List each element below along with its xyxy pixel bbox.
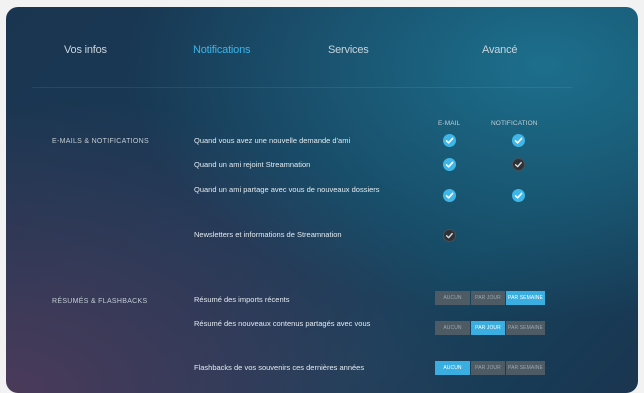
tab-bar: Vos infos Notifications Services Avancé: [6, 7, 638, 88]
checkmark-icon: [514, 161, 522, 168]
option-par-semaine[interactable]: PAR SEMAINE: [506, 291, 545, 305]
summary-row-label: Résumé des nouveaux contenus partagés av…: [194, 319, 371, 328]
tab-divider: [32, 87, 572, 88]
option-par-semaine[interactable]: PAR SEMAINE: [506, 321, 545, 335]
tab-notifications[interactable]: Notifications: [193, 44, 251, 56]
checkmark-icon: [445, 192, 454, 199]
checkmark-icon: [445, 137, 454, 144]
option-par-jour[interactable]: PAR JOUR: [471, 361, 505, 375]
summary-row-label: Flashbacks de vos souvenirs ces dernière…: [194, 363, 365, 372]
checkmark-icon: [514, 192, 523, 199]
option-aucun[interactable]: AUCUN: [435, 291, 470, 305]
option-par-jour[interactable]: PAR JOUR: [471, 291, 505, 305]
checkmark-icon: [445, 232, 453, 239]
frequency-selector[interactable]: AUCUN PAR JOUR PAR SEMAINE: [435, 361, 545, 375]
column-header-email: E-MAIL: [438, 120, 461, 127]
email-row-label: Quand vous avez une nouvelle demande d'a…: [194, 136, 351, 145]
option-aucun[interactable]: AUCUN: [435, 361, 470, 375]
notification-checkbox[interactable]: [512, 158, 525, 171]
email-checkbox[interactable]: [443, 158, 456, 171]
section-title-emails: E-MAILS & NOTIFICATIONS: [52, 138, 150, 145]
checkmark-icon: [514, 137, 523, 144]
checkmark-icon: [445, 161, 454, 168]
email-checkbox[interactable]: [443, 229, 456, 242]
summary-row-label: Résumé des imports récents: [194, 295, 290, 304]
email-row-label: Quand un ami partage avec vous de nouvea…: [194, 185, 380, 194]
option-aucun[interactable]: AUCUN: [435, 321, 470, 335]
tab-vos-infos[interactable]: Vos infos: [64, 44, 107, 56]
email-row-label: Quand un ami rejoint Streamnation: [194, 160, 311, 169]
column-header-notification: NOTIFICATION: [491, 120, 538, 127]
notification-checkbox[interactable]: [512, 189, 525, 202]
notification-checkbox[interactable]: [512, 134, 525, 147]
email-checkbox[interactable]: [443, 189, 456, 202]
tab-avance[interactable]: Avancé: [482, 44, 517, 56]
option-par-jour[interactable]: PAR JOUR: [471, 321, 505, 335]
settings-panel: Vos infos Notifications Services Avancé …: [6, 7, 638, 393]
email-row-label: Newsletters et informations de Streamnat…: [194, 230, 342, 239]
option-par-semaine[interactable]: PAR SEMAINE: [506, 361, 545, 375]
frequency-selector[interactable]: AUCUN PAR JOUR PAR SEMAINE: [435, 321, 545, 335]
tab-services[interactable]: Services: [328, 44, 369, 56]
frequency-selector[interactable]: AUCUN PAR JOUR PAR SEMAINE: [435, 291, 545, 305]
section-title-summaries: RÉSUMÉS & FLASHBACKS: [52, 298, 148, 305]
email-checkbox[interactable]: [443, 134, 456, 147]
